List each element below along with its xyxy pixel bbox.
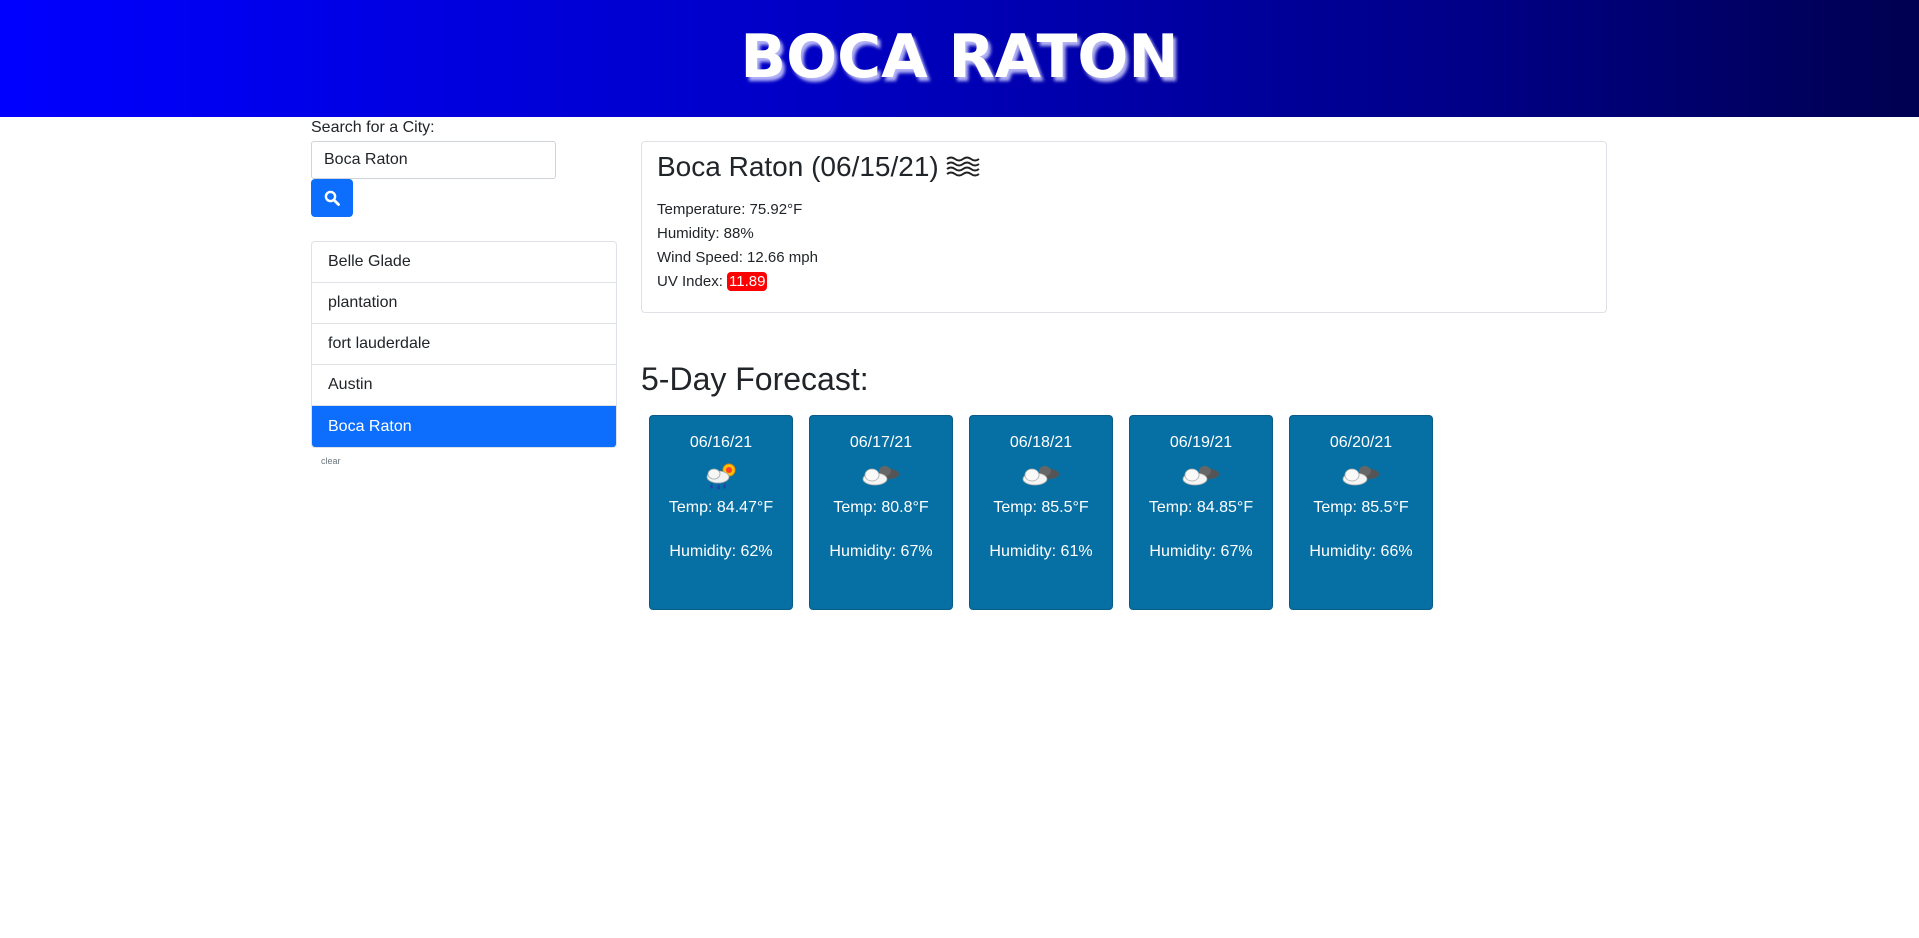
forecast-humidity: Humidity: 61%	[989, 543, 1093, 560]
forecast-row: 06/16/21 Temp: 84.47°F Humidity: 62% 06/…	[649, 415, 1433, 610]
clear-history-link[interactable]: clear	[321, 456, 341, 466]
forecast-humidity: Humidity: 62%	[669, 543, 773, 560]
forecast-temp: Temp: 85.5°F	[1313, 499, 1409, 516]
current-city-date: Boca Raton (06/15/21)	[657, 151, 939, 182]
broken-clouds-icon	[1290, 459, 1432, 493]
current-weather-heading: Boca Raton (06/15/21)	[657, 148, 1591, 186]
forecast-date: 06/16/21	[689, 434, 753, 451]
broken-clouds-icon	[970, 459, 1112, 493]
forecast-temp: Temp: 84.47°F	[668, 499, 774, 516]
current-humidity: Humidity: 88%	[657, 225, 754, 242]
history-item-austin[interactable]: Austin	[312, 365, 616, 406]
mist-icon	[945, 154, 983, 180]
history-item-fort-lauderdale[interactable]: fort lauderdale	[312, 324, 616, 365]
search-icon	[324, 190, 340, 206]
current-weather-card: Boca Raton (06/15/21) Temperature: 75.92…	[641, 141, 1607, 313]
broken-clouds-icon	[810, 459, 952, 493]
forecast-date: 06/18/21	[1009, 434, 1073, 451]
forecast-date: 06/17/21	[849, 434, 913, 451]
search-history-list: Belle Glade plantation fort lauderdale A…	[311, 241, 617, 448]
forecast-card: 06/18/21 Temp: 85.5°F Humidity: 61%	[969, 415, 1113, 610]
rain-sun-icon	[650, 459, 792, 493]
forecast-card: 06/19/21 Temp: 84.85°F Humidity: 67%	[1129, 415, 1273, 610]
search-input[interactable]	[311, 141, 556, 179]
search-button[interactable]	[311, 179, 353, 217]
history-item-plantation[interactable]: plantation	[312, 283, 616, 324]
city-title: BOCA RATON	[740, 21, 1179, 92]
forecast-humidity: Humidity: 66%	[1309, 543, 1413, 560]
forecast-humidity: Humidity: 67%	[1149, 543, 1253, 560]
history-item-boca-raton[interactable]: Boca Raton	[312, 406, 616, 447]
forecast-date: 06/19/21	[1169, 434, 1233, 451]
forecast-temp: Temp: 85.5°F	[993, 499, 1089, 516]
uv-index-badge: 11.89	[727, 272, 768, 291]
forecast-humidity: Humidity: 67%	[829, 543, 933, 560]
forecast-date: 06/20/21	[1329, 434, 1393, 451]
uv-index-label: UV Index:	[657, 273, 728, 290]
current-temperature: Temperature: 75.92°F	[657, 201, 803, 218]
current-uv-index: UV Index: 11.89	[657, 270, 1591, 294]
broken-clouds-icon	[1130, 459, 1272, 493]
history-item-belle-glade[interactable]: Belle Glade	[312, 242, 616, 283]
forecast-heading: 5-Day Forecast:	[641, 361, 869, 397]
search-label: Search for a City:	[311, 119, 435, 136]
forecast-card: 06/20/21 Temp: 85.5°F Humidity: 66%	[1289, 415, 1433, 610]
forecast-card: 06/17/21 Temp: 80.8°F Humidity: 67%	[809, 415, 953, 610]
forecast-temp: Temp: 84.85°F	[1148, 499, 1254, 516]
current-wind-speed: Wind Speed: 12.66 mph	[657, 249, 818, 266]
forecast-card: 06/16/21 Temp: 84.47°F Humidity: 62%	[649, 415, 793, 610]
forecast-temp: Temp: 80.8°F	[833, 499, 929, 516]
page-header: BOCA RATON	[0, 0, 1919, 117]
